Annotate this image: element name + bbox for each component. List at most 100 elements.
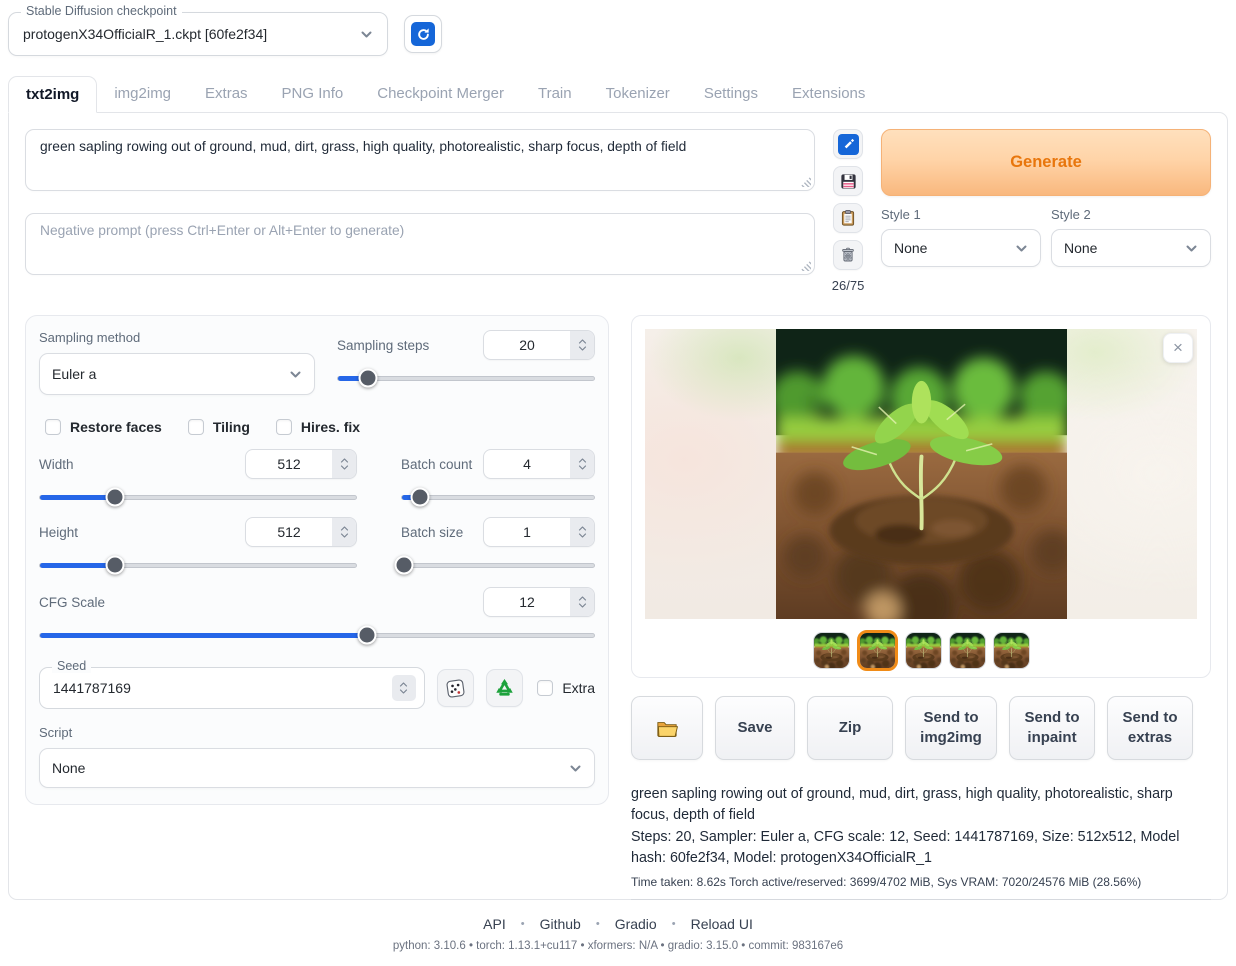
send-to-img2img-button[interactable]: Send to img2img (905, 696, 997, 760)
batch-count-input[interactable]: 4 (483, 449, 595, 479)
checkpoint-dropdown[interactable]: Stable Diffusion checkpoint protogenX34O… (8, 12, 388, 56)
chevron-down-icon (1015, 242, 1028, 255)
tab-extensions[interactable]: Extensions (775, 76, 882, 112)
zip-button[interactable]: Zip (807, 696, 893, 760)
thumbnail-4[interactable] (949, 632, 986, 669)
slider-thumb[interactable] (106, 488, 125, 507)
open-output-folder-button[interactable] (631, 696, 703, 760)
restore-faces-checkbox[interactable]: Restore faces (45, 419, 162, 435)
spinner-icon[interactable] (570, 450, 594, 478)
footer-link-reload-ui[interactable]: Reload UI (691, 916, 753, 932)
cfg-scale-slider[interactable] (39, 626, 595, 645)
extra-seed-checkbox[interactable]: Extra (537, 680, 595, 696)
checkpoint-label: Stable Diffusion checkpoint (21, 4, 182, 18)
slider-thumb[interactable] (411, 488, 430, 507)
slider-thumb[interactable] (106, 556, 125, 575)
dice-icon (445, 678, 466, 699)
folder-icon (656, 719, 678, 738)
width-slider[interactable] (39, 488, 357, 507)
tab-checkpoint-merger[interactable]: Checkpoint Merger (360, 76, 521, 112)
height-input[interactable]: 512 (245, 517, 357, 547)
batch-size-slider[interactable] (401, 556, 595, 575)
resize-grip-icon[interactable] (800, 176, 811, 187)
thumbnail-3[interactable] (905, 632, 942, 669)
apply-style-button[interactable] (833, 203, 863, 233)
width-input[interactable]: 512 (245, 449, 357, 479)
batch-size-input[interactable]: 1 (483, 517, 595, 547)
save-button[interactable]: Save (715, 696, 795, 760)
floppy-disk-icon (839, 172, 858, 191)
send-to-inpaint-button[interactable]: Send to inpaint (1009, 696, 1095, 760)
clear-prompt-button[interactable] (833, 240, 863, 270)
reuse-seed-button[interactable] (486, 669, 523, 707)
spinner-icon[interactable] (570, 331, 594, 359)
tab-train[interactable]: Train (521, 76, 589, 112)
sampling-steps-label: Sampling steps (337, 338, 429, 353)
resize-grip-icon[interactable] (800, 260, 811, 271)
slider-thumb[interactable] (358, 369, 377, 388)
spinner-icon[interactable] (570, 588, 594, 616)
close-icon: × (1173, 338, 1183, 358)
cfg-scale-input[interactable]: 12 (483, 587, 595, 617)
generated-image[interactable] (776, 329, 1067, 619)
checkbox-icon (188, 419, 204, 435)
gallery-backdrop-right (1067, 329, 1198, 619)
width-label: Width (39, 457, 74, 472)
tab-tokenizer[interactable]: Tokenizer (589, 76, 687, 112)
footer-link-gradio[interactable]: Gradio (615, 916, 657, 932)
sampling-steps-slider[interactable] (337, 369, 595, 388)
info-prompt-text: green sapling rowing out of ground, mud,… (631, 784, 1211, 827)
tab-extras[interactable]: Extras (188, 76, 265, 112)
generation-info: green sapling rowing out of ground, mud,… (631, 784, 1211, 900)
tiling-checkbox[interactable]: Tiling (188, 419, 250, 435)
style2-dropdown[interactable]: None (1051, 229, 1211, 267)
slider-thumb[interactable] (394, 556, 413, 575)
chevron-down-icon (360, 28, 373, 41)
close-gallery-button[interactable]: × (1163, 333, 1193, 363)
save-style-button[interactable] (833, 166, 863, 196)
seed-input[interactable]: Seed 1441787169 (39, 667, 425, 709)
style1-dropdown[interactable]: None (881, 229, 1041, 267)
tab-settings[interactable]: Settings (687, 76, 775, 112)
prompt-box: green sapling rowing out of ground, mud,… (25, 129, 815, 191)
version-info: python: 3.10.6 • torch: 1.13.1+cu117 • x… (0, 940, 1236, 952)
output-actions: Save Zip Send to img2img Send to inpaint… (631, 696, 1211, 760)
sampling-method-dropdown[interactable]: Euler a (39, 353, 315, 395)
style2-label: Style 2 (1051, 207, 1211, 222)
refresh-icon (411, 22, 435, 46)
chevron-down-icon (1185, 242, 1198, 255)
tab-txt2img[interactable]: txt2img (8, 76, 97, 113)
prompt-tools-column: 26/75 (831, 129, 865, 293)
negative-prompt-input[interactable] (40, 223, 800, 265)
generate-button[interactable]: Generate (881, 129, 1211, 196)
footer-link-github[interactable]: Github (540, 916, 581, 932)
stable-diffusion-webui: Stable Diffusion checkpoint protogenX34O… (0, 0, 1236, 966)
spinner-icon[interactable] (332, 518, 356, 546)
spinner-icon[interactable] (392, 675, 416, 701)
tab-img2img[interactable]: img2img (97, 76, 188, 112)
thumbnail-5[interactable] (993, 632, 1030, 669)
batch-count-label: Batch count (401, 457, 472, 472)
style1-value: None (894, 240, 927, 256)
spinner-icon[interactable] (570, 518, 594, 546)
script-dropdown[interactable]: None (39, 748, 595, 788)
sampling-steps-input[interactable]: 20 (483, 330, 595, 360)
pen-icon (838, 134, 859, 155)
info-params-text: Steps: 20, Sampler: Euler a, CFG scale: … (631, 827, 1211, 870)
refresh-checkpoint-button[interactable] (404, 15, 442, 53)
slider-thumb[interactable] (358, 626, 377, 645)
send-to-extras-button[interactable]: Send to extras (1107, 696, 1193, 760)
read-generation-params-button[interactable] (833, 129, 863, 159)
prompt-input[interactable]: green sapling rowing out of ground, mud,… (40, 139, 800, 181)
thumbnail-2-selected[interactable] (857, 630, 898, 671)
random-seed-button[interactable] (437, 669, 474, 707)
batch-count-slider[interactable] (401, 488, 595, 507)
hires-fix-checkbox[interactable]: Hires. fix (276, 419, 360, 435)
thumbnail-1[interactable] (813, 632, 850, 669)
checkbox-icon (537, 680, 553, 696)
generate-column: Generate Style 1 None Style 2 None (881, 129, 1211, 293)
height-slider[interactable] (39, 556, 357, 575)
spinner-icon[interactable] (332, 450, 356, 478)
tab-png-info[interactable]: PNG Info (265, 76, 361, 112)
footer-link-api[interactable]: API (483, 916, 506, 932)
